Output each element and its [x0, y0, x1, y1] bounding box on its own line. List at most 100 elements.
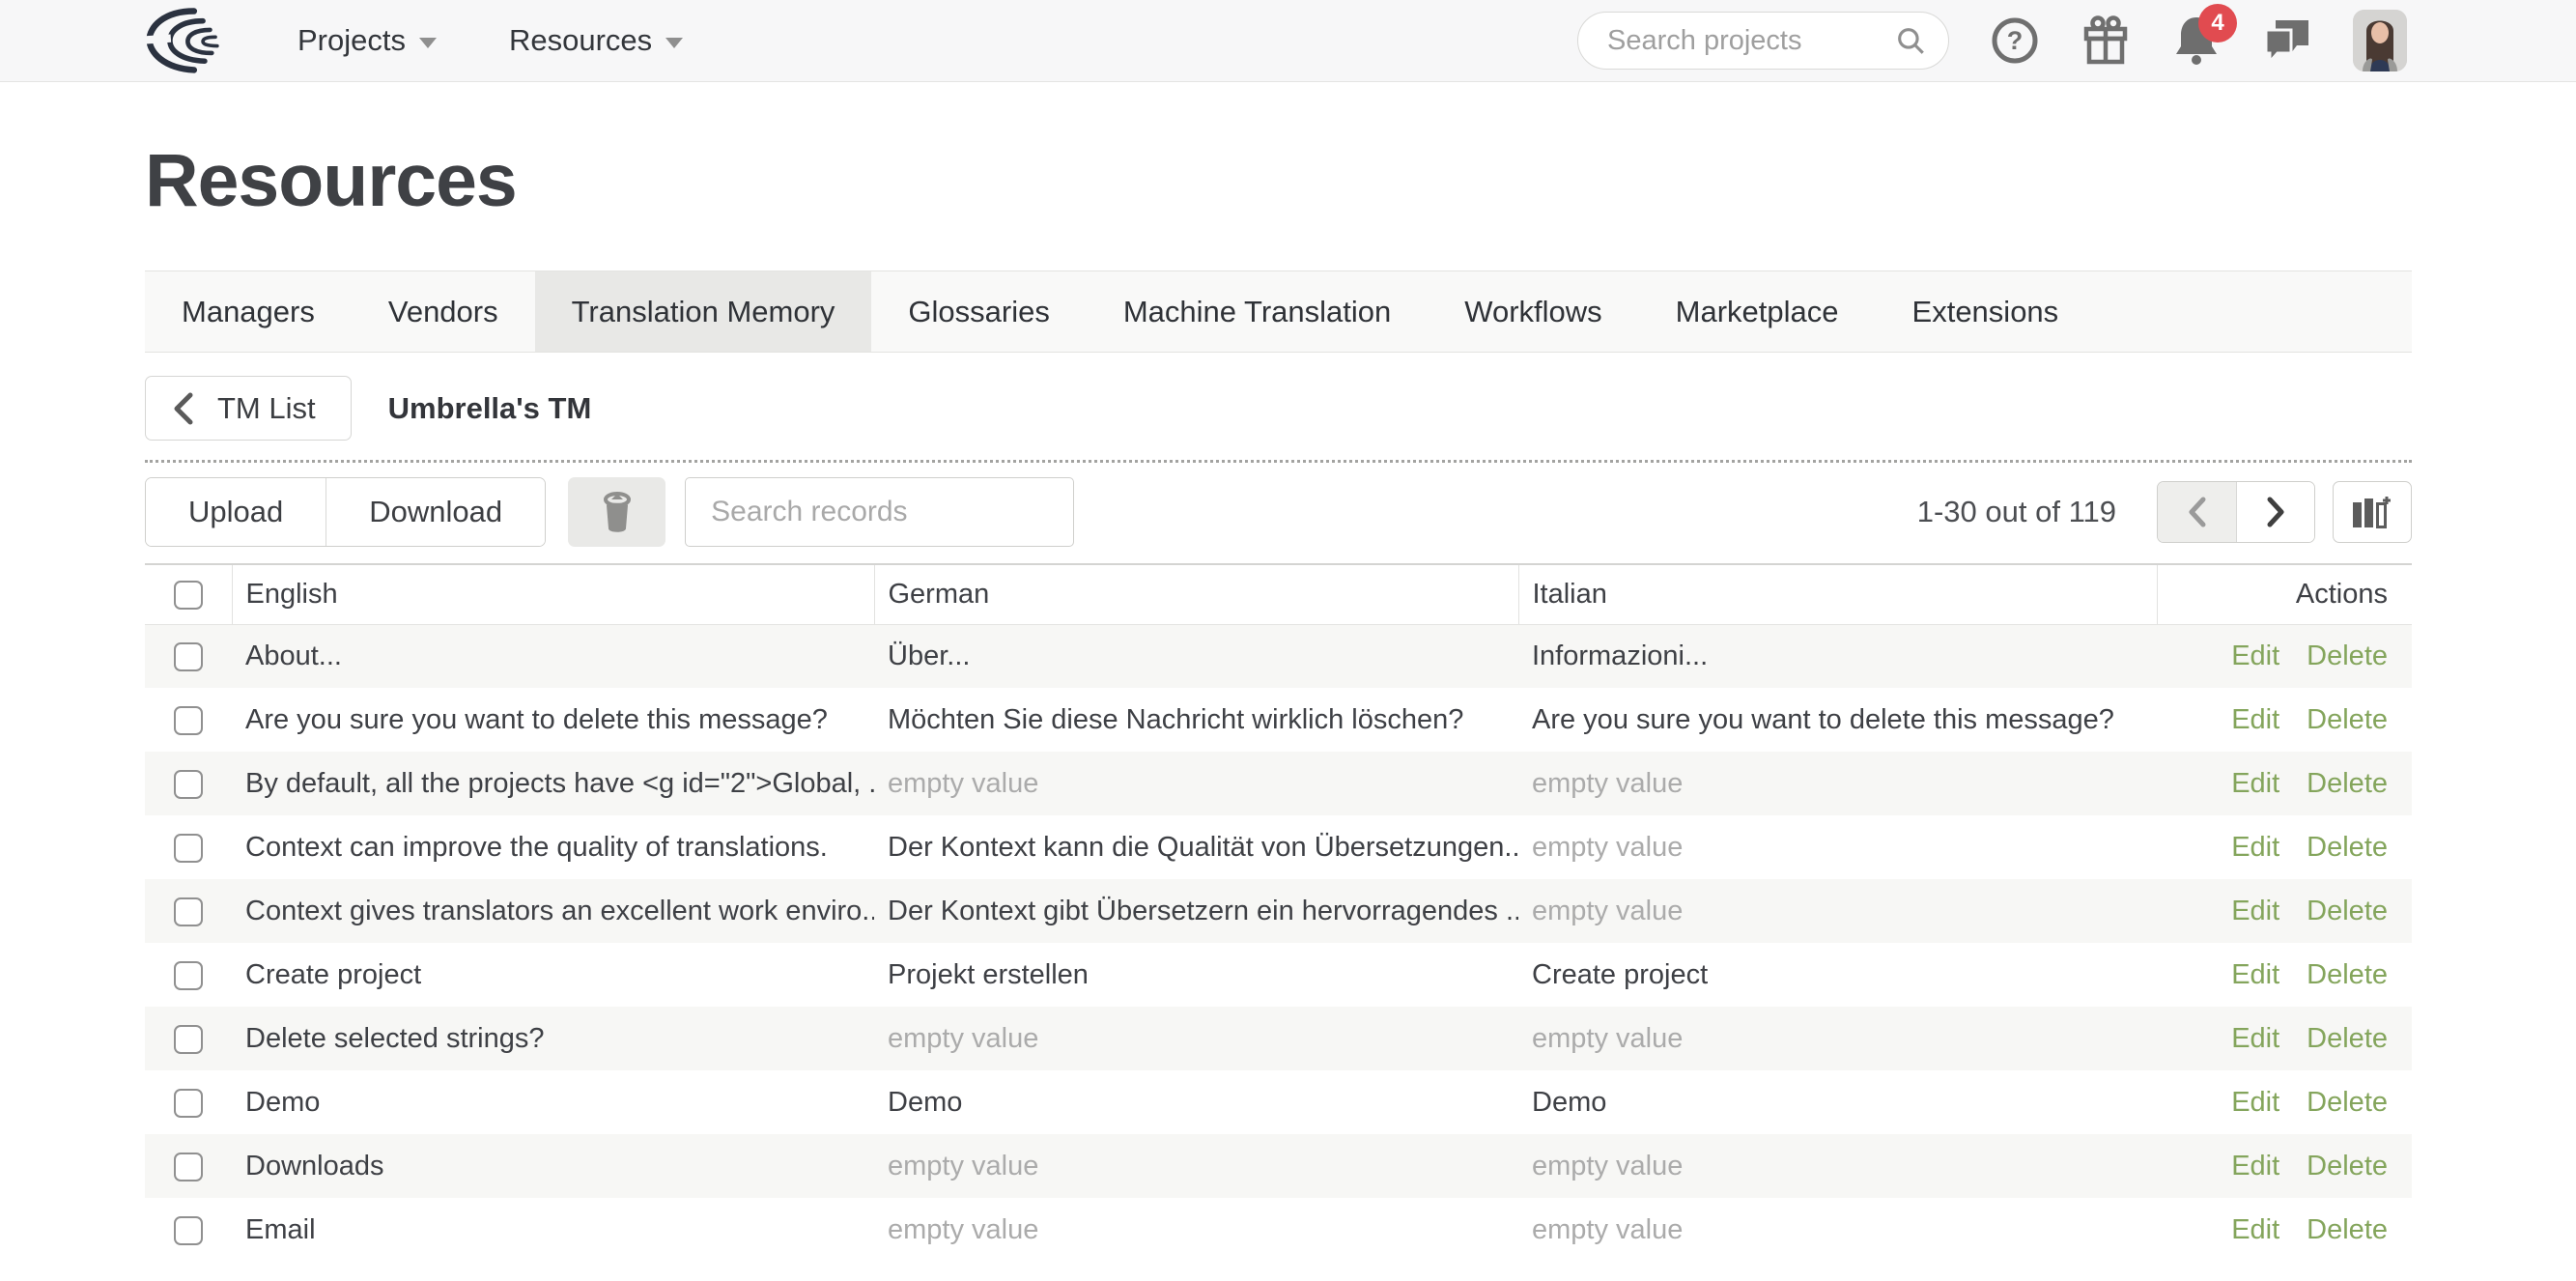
edit-link[interactable]: Edit	[2231, 640, 2279, 671]
row-checkbox[interactable]	[174, 961, 203, 990]
column-header-english: English	[232, 564, 874, 624]
delete-link[interactable]: Delete	[2307, 768, 2388, 799]
nav-projects-menu[interactable]: Projects	[297, 23, 437, 58]
row-actions-cell: Edit Delete	[2157, 943, 2412, 1007]
tab-managers[interactable]: Managers	[145, 271, 352, 352]
row-actions-cell: Edit Delete	[2157, 624, 2412, 688]
cell-de: empty value	[874, 1007, 1518, 1070]
tab-machine-translation[interactable]: Machine Translation	[1087, 271, 1428, 352]
delete-link[interactable]: Delete	[2307, 1087, 2388, 1118]
add-column-button[interactable]	[2333, 481, 2412, 543]
chevron-left-icon	[2188, 497, 2207, 527]
edit-link[interactable]: Edit	[2231, 1087, 2279, 1118]
row-checkbox[interactable]	[174, 1153, 203, 1181]
navbar-right: ? 4	[1577, 10, 2407, 71]
row-actions-cell: Edit Delete	[2157, 1198, 2412, 1262]
table-row: Delete selected strings?empty valueempty…	[145, 1007, 2412, 1070]
next-page-button[interactable]	[2236, 482, 2314, 542]
trash-icon	[598, 490, 637, 534]
tm-toolbar: Upload Download 1-30 out of 119	[145, 460, 2412, 547]
cell-en: Are you sure you want to delete this mes…	[232, 688, 874, 752]
cell-it: Demo	[1518, 1070, 2157, 1134]
row-checkbox[interactable]	[174, 834, 203, 863]
row-actions-cell: Edit Delete	[2157, 688, 2412, 752]
cell-it: empty value	[1518, 1134, 2157, 1198]
table-row: DemoDemoDemoEditDelete	[145, 1070, 2412, 1134]
user-avatar[interactable]	[2353, 10, 2407, 71]
cell-de: Demo	[874, 1070, 1518, 1134]
row-actions-cell: Edit Delete	[2157, 1134, 2412, 1198]
edit-link[interactable]: Edit	[2231, 1151, 2279, 1181]
row-checkbox-cell	[145, 879, 232, 943]
download-button[interactable]: Download	[326, 478, 545, 546]
row-checkbox[interactable]	[174, 770, 203, 799]
nav-resources-menu[interactable]: Resources	[509, 23, 683, 58]
row-actions-cell: Edit Delete	[2157, 879, 2412, 943]
upload-button[interactable]: Upload	[146, 478, 326, 546]
cell-de: Der Kontext gibt Übersetzern ein hervorr…	[874, 879, 1518, 943]
cell-de: empty value	[874, 1198, 1518, 1262]
edit-link[interactable]: Edit	[2231, 959, 2279, 990]
column-header-actions: Actions	[2157, 564, 2412, 624]
tab-extensions[interactable]: Extensions	[1876, 271, 2096, 352]
edit-link[interactable]: Edit	[2231, 768, 2279, 799]
row-checkbox-cell	[145, 1070, 232, 1134]
cell-it: empty value	[1518, 752, 2157, 815]
column-header-german: German	[874, 564, 1518, 624]
tab-workflows[interactable]: Workflows	[1428, 271, 1638, 352]
edit-link[interactable]: Edit	[2231, 1214, 2279, 1245]
row-actions-cell: Edit Delete	[2157, 815, 2412, 879]
tab-glossaries[interactable]: Glossaries	[871, 271, 1086, 352]
edit-link[interactable]: Edit	[2231, 896, 2279, 926]
tm-list-back-button[interactable]: TM List	[145, 376, 352, 441]
table-header-row: English German Italian Actions	[145, 564, 2412, 624]
tab-marketplace[interactable]: Marketplace	[1639, 271, 1876, 352]
notifications-bell-icon[interactable]: 4	[2171, 15, 2222, 66]
row-checkbox[interactable]	[174, 706, 203, 735]
help-icon[interactable]: ?	[1990, 15, 2040, 66]
tab-translation-memory[interactable]: Translation Memory	[535, 271, 872, 352]
top-navbar: Projects Resources ?	[0, 0, 2576, 82]
messages-icon[interactable]	[2262, 15, 2312, 66]
delete-link[interactable]: Delete	[2307, 1151, 2388, 1181]
delete-link[interactable]: Delete	[2307, 832, 2388, 863]
select-all-checkbox[interactable]	[174, 581, 203, 610]
edit-link[interactable]: Edit	[2231, 704, 2279, 735]
cell-it: Create project	[1518, 943, 2157, 1007]
search-records-input[interactable]	[685, 477, 1074, 547]
table-row: Context can improve the quality of trans…	[145, 815, 2412, 879]
delete-link[interactable]: Delete	[2307, 959, 2388, 990]
delete-link[interactable]: Delete	[2307, 896, 2388, 926]
search-projects-box[interactable]	[1577, 12, 1949, 70]
delete-link[interactable]: Delete	[2307, 1214, 2388, 1245]
row-checkbox[interactable]	[174, 1089, 203, 1118]
delete-link[interactable]: Delete	[2307, 1023, 2388, 1054]
row-checkbox[interactable]	[174, 897, 203, 926]
tab-vendors[interactable]: Vendors	[352, 271, 535, 352]
row-checkbox[interactable]	[174, 1216, 203, 1245]
table-row: About...Über...Informazioni...EditDelete	[145, 624, 2412, 688]
search-icon	[1894, 24, 1927, 57]
cell-en: Downloads	[232, 1134, 874, 1198]
gift-icon[interactable]	[2081, 15, 2131, 66]
cell-en: Delete selected strings?	[232, 1007, 874, 1070]
delete-records-button[interactable]	[568, 477, 665, 547]
edit-link[interactable]: Edit	[2231, 832, 2279, 863]
row-checkbox-cell	[145, 752, 232, 815]
edit-link[interactable]: Edit	[2231, 1023, 2279, 1054]
previous-page-button[interactable]	[2158, 482, 2236, 542]
table-row: Context gives translators an excellent w…	[145, 879, 2412, 943]
delete-link[interactable]: Delete	[2307, 704, 2388, 735]
cell-it: Informazioni...	[1518, 624, 2157, 688]
search-projects-input[interactable]	[1607, 25, 1894, 57]
select-all-header	[145, 564, 232, 624]
delete-link[interactable]: Delete	[2307, 640, 2388, 671]
row-checkbox[interactable]	[174, 642, 203, 671]
cell-en: Context gives translators an excellent w…	[232, 879, 874, 943]
tm-list-label: TM List	[217, 391, 316, 426]
app-logo[interactable]	[135, 6, 249, 75]
table-row: Emailempty valueempty valueEditDelete	[145, 1198, 2412, 1262]
row-checkbox[interactable]	[174, 1025, 203, 1054]
svg-text:?: ?	[2007, 26, 2024, 55]
add-column-icon	[2351, 493, 2393, 531]
